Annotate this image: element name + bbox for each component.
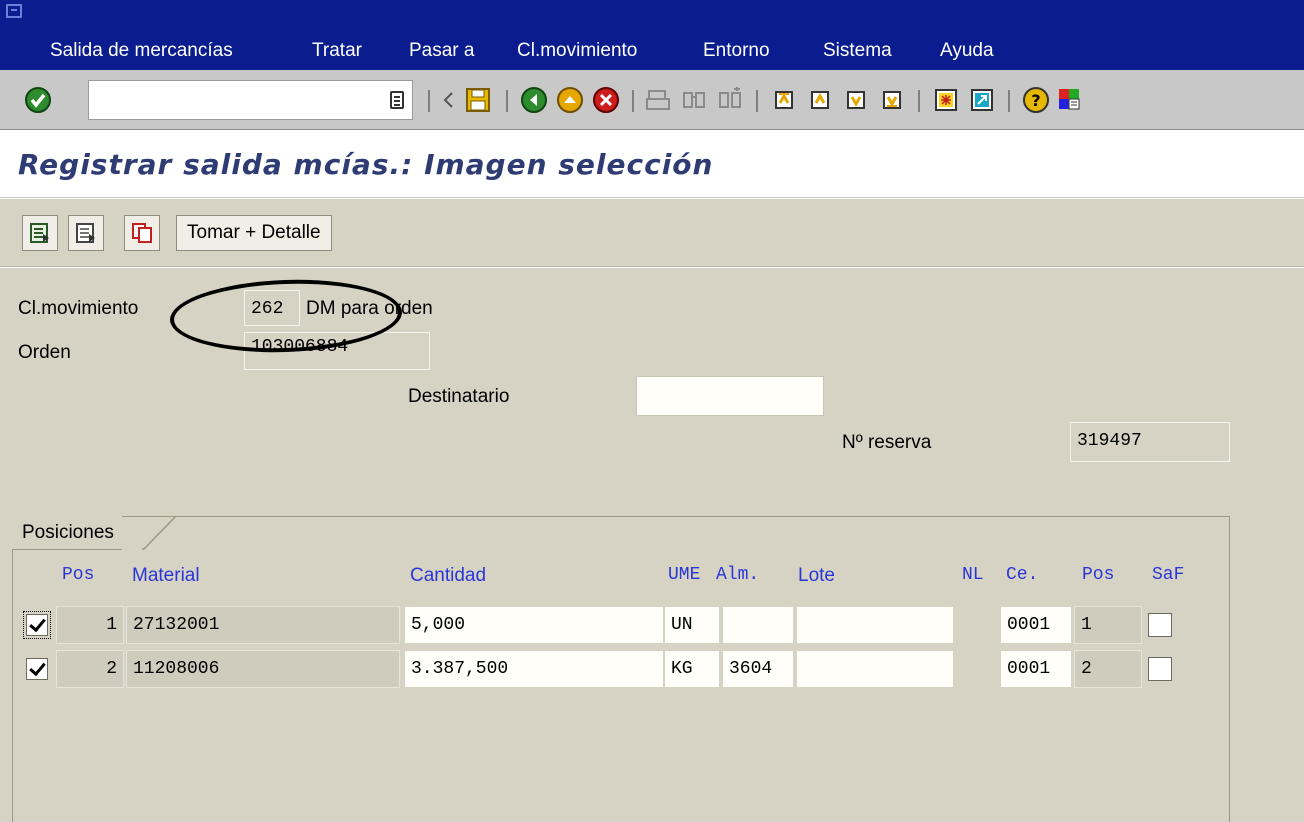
menu-cl-movimiento[interactable]: Cl.movimiento [517,40,637,62]
tomar-detalle-button[interactable]: Tomar + Detalle [176,215,332,251]
row-lote[interactable] [796,650,954,688]
toolbar-separator [428,90,430,112]
menu-salida[interactable]: Salida de mercancías [50,40,233,62]
shortcut-icon[interactable] [966,84,998,116]
menu-sistema[interactable]: Sistema [823,40,892,62]
row-ume[interactable]: UN [664,606,720,644]
layout-menu-icon[interactable] [1054,84,1086,116]
column-header-saf: SaF [1152,565,1185,585]
row-ce[interactable]: 0001 [1000,606,1072,644]
row-material: 11208006 [126,650,400,688]
copy-icon[interactable] [124,215,160,251]
reservation-label: Nº reserva [842,432,932,453]
row-material: 27132001 [126,606,400,644]
column-header-pos: Pos [62,565,95,585]
row-cantidad[interactable]: 5,000 [404,606,664,644]
menu-pasar-a[interactable]: Pasar a [409,40,474,62]
find-next-icon[interactable] [714,84,746,116]
column-header-ce: Ce. [1006,565,1039,585]
recipient-field[interactable] [636,376,824,416]
order-label: Orden [18,342,71,363]
standard-toolbar: ? [0,70,1304,130]
menu-tratar[interactable]: Tratar [312,40,362,62]
save-icon[interactable] [462,84,494,116]
row-alm[interactable] [722,606,794,644]
tab-slant-decoration [142,516,177,550]
column-header-nl: NL [962,565,984,585]
print-icon[interactable] [642,84,674,116]
page-title: Registrar salida mcías.: Imagen selecció… [18,148,714,181]
row-pos2: 2 [1074,650,1142,688]
application-toolbar: Tomar + Detalle [0,199,1304,267]
deselect-all-icon[interactable] [68,215,104,251]
row-saf-checkbox[interactable] [1148,657,1172,681]
command-input[interactable] [89,81,369,117]
reservation-field: 319497 [1070,422,1230,462]
toolbar-separator [1008,90,1010,112]
first-page-icon[interactable] [768,84,800,116]
cancel-icon[interactable] [590,84,622,116]
column-header-ume: UME [668,565,701,585]
select-all-icon[interactable] [22,215,58,251]
row-ce[interactable]: 0001 [1000,650,1072,688]
toolbar-separator [918,90,920,112]
row-alm[interactable]: 3604 [722,650,794,688]
column-header-alm: Alm. [716,565,760,585]
title-bar: Registrar salida mcías.: Imagen selecció… [0,130,1304,198]
row-select-checkbox[interactable] [23,611,51,639]
column-header-lote: Lote [798,565,835,586]
row-lote[interactable] [796,606,954,644]
create-session-icon[interactable] [930,84,962,116]
system-menu-icon[interactable] [6,4,22,18]
selection-screen: Cl.movimiento 262 DM para orden Orden 10… [0,268,1304,822]
positions-tab[interactable]: Posiciones [12,516,122,550]
exit-icon[interactable] [554,84,586,116]
column-header-pos2: Pos [1082,565,1115,585]
column-header-material: Material [132,565,200,586]
toolbar-separator [506,90,508,112]
row-ume[interactable]: KG [664,650,720,688]
toolbar-separator [756,90,758,112]
help-icon[interactable]: ? [1020,84,1052,116]
row-select-checkbox[interactable] [26,658,48,680]
menu-bar: Salida de mercancías Tratar Pasar a Cl.m… [0,0,1304,70]
command-history-icon[interactable] [390,91,404,109]
movement-label: Cl.movimiento [18,298,139,319]
enter-icon[interactable] [22,84,54,116]
row-pos2: 1 [1074,606,1142,644]
last-page-icon[interactable] [876,84,908,116]
next-page-icon[interactable] [840,84,872,116]
toolbar-separator [632,90,634,112]
svg-text:?: ? [1031,91,1040,110]
back-icon[interactable] [518,84,550,116]
row-cantidad[interactable]: 3.387,500 [404,650,664,688]
row-pos: 2 [56,650,124,688]
row-pos: 1 [56,606,124,644]
column-header-cantidad: Cantidad [410,565,487,586]
recipient-label: Destinatario [408,386,510,407]
row-saf-checkbox[interactable] [1148,613,1172,637]
find-icon[interactable] [678,84,710,116]
back-triangle-icon[interactable] [438,84,458,116]
previous-page-icon[interactable] [804,84,836,116]
command-field[interactable] [88,80,413,120]
menu-ayuda[interactable]: Ayuda [940,40,994,62]
menu-entorno[interactable]: Entorno [703,40,770,62]
